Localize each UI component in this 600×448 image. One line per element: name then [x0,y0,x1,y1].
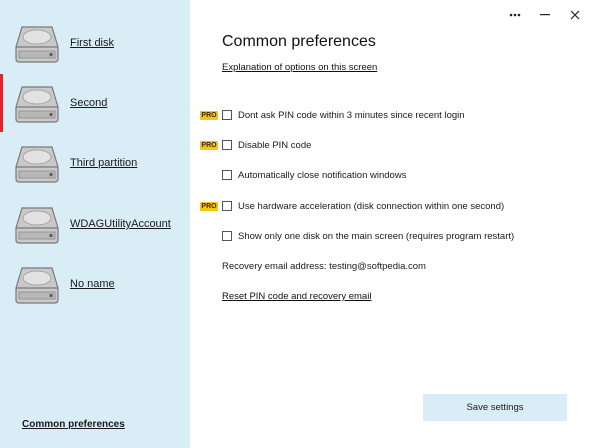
option-row: PRO Use hardware acceleration (disk conn… [200,199,504,213]
option-checkbox[interactable] [222,110,232,120]
main-panel: Common preferences Explanation of option… [190,0,600,448]
recovery-email-text: Recovery email address: testing@softpedi… [222,261,426,272]
sidebar-item-no-name[interactable]: No name [0,255,190,313]
disk-label: Second [70,97,108,109]
disk-label: WDAGUtilityAccount [70,218,171,230]
sidebar-item-first-disk[interactable]: First disk [0,14,190,72]
disk-label: First disk [70,37,114,49]
option-checkbox[interactable] [222,231,232,241]
option-label: Disable PIN code [238,139,312,151]
option-label: Use hardware acceleration (disk connecti… [238,200,505,212]
option-row: PRO Disable PIN code [200,138,311,152]
explanation-link[interactable]: Explanation of options on this screen [222,62,377,73]
disk-label: No name [70,278,115,290]
option-label: Automatically close notification windows [238,169,407,181]
close-icon[interactable] [560,6,590,24]
pro-badge: PRO [200,110,218,120]
sidebar-item-wdagutilityaccount[interactable]: WDAGUtilityAccount [0,195,190,253]
sidebar: First disk Second Third partition WDAGUt… [0,0,190,448]
hard-disk-icon [15,207,59,244]
reset-pin-link[interactable]: Reset PIN code and recovery email [222,291,371,302]
save-settings-button[interactable]: Save settings [423,394,567,421]
hard-disk-icon [15,267,59,304]
hard-disk-icon [15,26,59,63]
hard-disk-icon [15,146,59,183]
disk-label: Third partition [70,157,138,169]
option-label: Dont ask PIN code within 3 minutes since… [238,109,465,121]
pro-badge: PRO [200,201,218,211]
pro-badge: PRO [200,140,218,150]
more-horizontal-icon[interactable] [500,6,530,24]
option-row: PRO Dont ask PIN code within 3 minutes s… [200,108,465,122]
option-label: Show only one disk on the main screen (r… [238,230,515,242]
sidebar-item-second[interactable]: Second [0,74,190,132]
common-preferences-link[interactable]: Common preferences [22,419,125,430]
option-row: Show only one disk on the main screen (r… [200,229,514,243]
page-title: Common preferences [222,33,376,50]
option-checkbox[interactable] [222,201,232,211]
option-checkbox[interactable] [222,140,232,150]
hard-disk-icon [15,86,59,123]
option-checkbox[interactable] [222,170,232,180]
minimize-icon[interactable] [530,6,560,24]
option-row: Automatically close notification windows [200,168,406,182]
window-controls [500,6,590,24]
sidebar-item-third-partition[interactable]: Third partition [0,134,190,192]
